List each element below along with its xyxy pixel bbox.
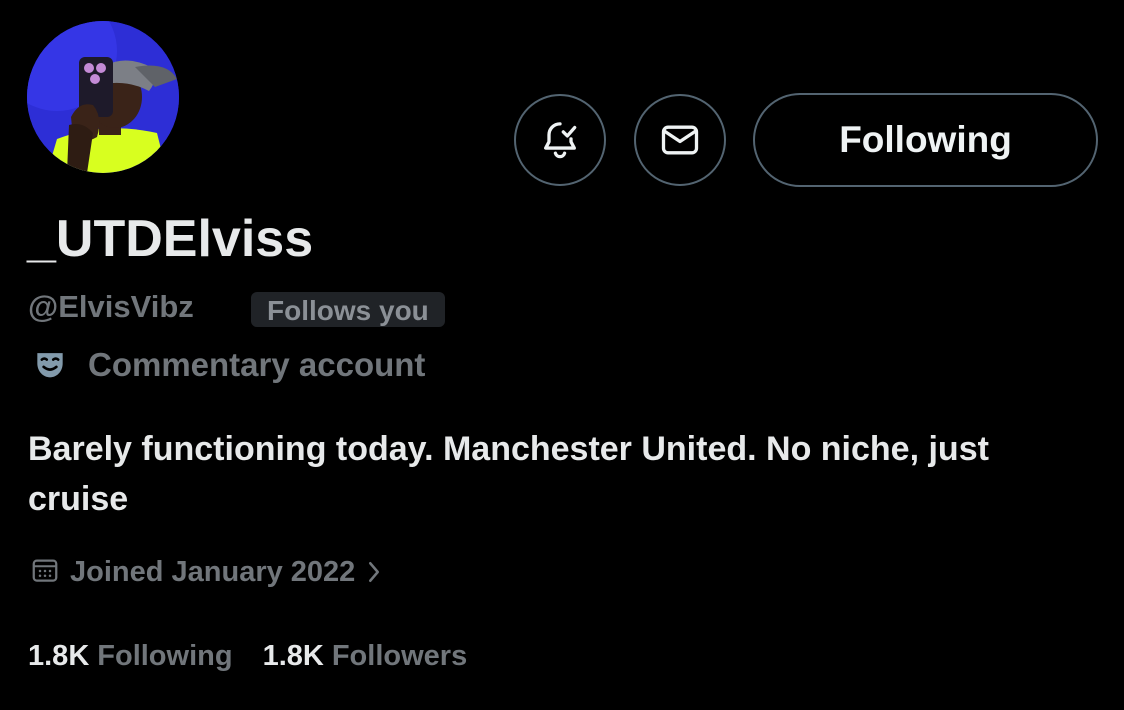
account-label[interactable]: Commentary account — [30, 343, 425, 387]
display-name: _UTDElviss — [27, 210, 314, 268]
joined-date[interactable]: Joined January 2022 — [30, 552, 383, 592]
joined-date-text: Joined January 2022 — [70, 555, 356, 588]
account-label-text: Commentary account — [88, 346, 426, 383]
followers-count: 1.8K — [262, 639, 324, 672]
bell-check-icon — [544, 122, 577, 159]
envelope-icon — [661, 125, 699, 155]
following-stat[interactable]: 1.8K Following — [28, 640, 233, 673]
user-handle: @ElvisVibz — [28, 289, 194, 324]
profile-bio: Barely functioning today. Manchester Uni… — [28, 430, 989, 518]
following-button[interactable]: Following — [753, 93, 1098, 187]
theater-mask-icon — [30, 345, 70, 385]
notifications-button[interactable] — [514, 94, 606, 186]
followers-label: Followers — [331, 639, 468, 672]
avatar[interactable] — [27, 21, 179, 173]
follows-you-badge: Follows you — [251, 292, 445, 327]
message-button[interactable] — [634, 94, 726, 186]
following-count: 1.8K — [28, 639, 90, 672]
followers-stat[interactable]: 1.8K Followers — [263, 640, 468, 673]
profile-stats: 1.8K Following 1.8K Followers — [28, 636, 467, 676]
chevron-right-icon — [365, 557, 383, 587]
avatar-image — [27, 21, 179, 173]
calendar-icon — [30, 555, 60, 590]
following-label: Following — [97, 639, 233, 672]
